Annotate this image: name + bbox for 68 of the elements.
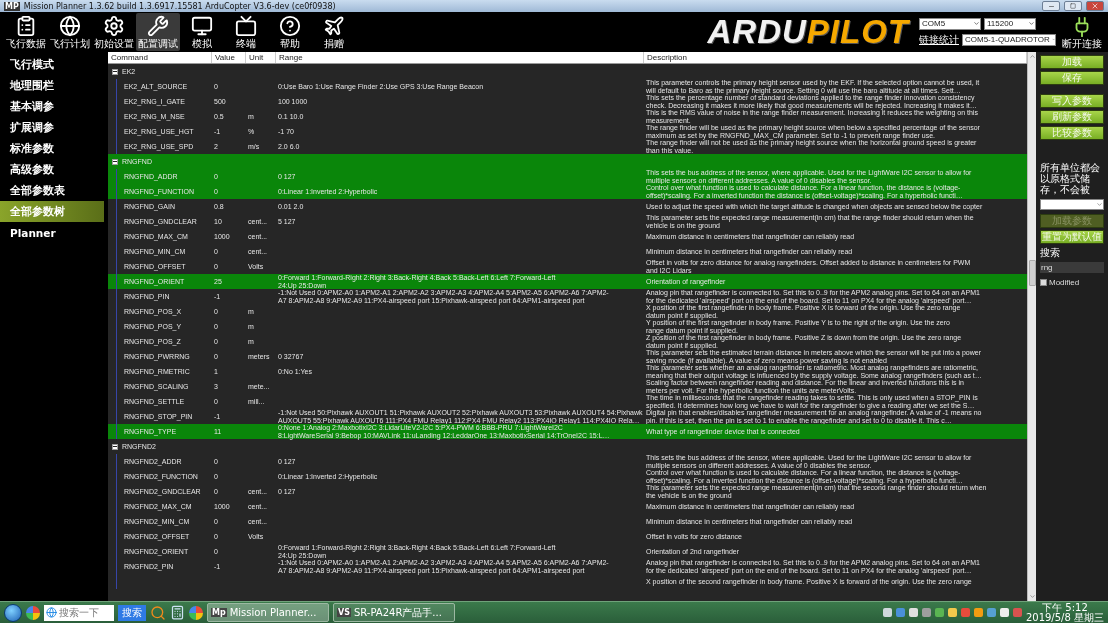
search-button[interactable]: 搜索 bbox=[118, 604, 146, 621]
column-header[interactable]: Range bbox=[276, 52, 644, 63]
column-header[interactable]: Command bbox=[108, 52, 212, 63]
sidebar-item[interactable]: 地理围栏 bbox=[0, 75, 104, 96]
clock[interactable]: 下午 5:12 2019/5/8 星期三 bbox=[1025, 602, 1104, 623]
app-icon: MP bbox=[4, 1, 20, 11]
calculator-icon[interactable] bbox=[170, 605, 185, 620]
sidebar-item[interactable]: 全部参数表 bbox=[0, 180, 104, 201]
caret-icon bbox=[973, 20, 980, 27]
minimize-button[interactable] bbox=[1042, 1, 1060, 11]
profile-dropdown[interactable]: COM5-1-QUADROTOR bbox=[962, 33, 1056, 46]
maximize-button[interactable] bbox=[1064, 1, 1082, 11]
close-button[interactable] bbox=[1086, 1, 1104, 11]
search-field[interactable]: 搜索一下 bbox=[44, 604, 114, 621]
browser-icon bbox=[46, 607, 57, 618]
sidebar-item[interactable]: Planner bbox=[0, 222, 104, 243]
column-header[interactable]: Value bbox=[212, 52, 246, 63]
caret-icon bbox=[1051, 36, 1055, 43]
toolbar-button[interactable]: 模拟 bbox=[180, 13, 224, 51]
app-icon[interactable] bbox=[189, 605, 203, 620]
caret-icon bbox=[1028, 20, 1035, 27]
toolbar-button[interactable]: 终端 bbox=[224, 13, 268, 51]
modified-checkbox[interactable] bbox=[1040, 279, 1047, 286]
maximize-icon bbox=[1070, 3, 1076, 9]
baud-dropdown[interactable]: 115200 bbox=[984, 17, 1036, 30]
collapse-toggle[interactable] bbox=[112, 68, 118, 75]
sidebar-item[interactable]: 扩展调参 bbox=[0, 117, 104, 138]
toolbar-button[interactable]: 初始设置 bbox=[92, 13, 136, 51]
search-icon[interactable] bbox=[150, 604, 166, 621]
search-field[interactable]: rng bbox=[1040, 262, 1104, 273]
sidebar-item[interactable]: 基本调参 bbox=[0, 96, 104, 117]
wrench-icon bbox=[147, 15, 169, 37]
plane-icon bbox=[323, 15, 345, 37]
gear-icon bbox=[103, 15, 125, 37]
window-title: Mission Planner 1.3.62 build 1.3.6917.15581 ArduCopter V3.6-dev (ce0f0938) bbox=[23, 1, 337, 11]
collapse-toggle[interactable] bbox=[112, 158, 118, 165]
stats-link[interactable]: 链接统计 bbox=[919, 32, 959, 47]
column-header[interactable]: Unit bbox=[246, 52, 276, 63]
sidebar-item[interactable]: 高级参数 bbox=[0, 159, 104, 180]
collapse-toggle[interactable] bbox=[112, 443, 118, 450]
help-icon bbox=[279, 15, 301, 37]
globe-icon bbox=[59, 15, 81, 37]
toolbar-button[interactable]: 飞行计划 bbox=[48, 13, 92, 51]
port-dropdown[interactable]: COM5 bbox=[919, 17, 981, 30]
taskbar-button[interactable]: VS SR-PA24R产品手... bbox=[333, 603, 455, 622]
clipboard-icon bbox=[15, 15, 37, 37]
toolbar-button[interactable]: 配置调试 bbox=[136, 13, 180, 51]
scroll-thumb[interactable] bbox=[1028, 260, 1036, 286]
app-icon[interactable] bbox=[26, 605, 40, 620]
toolbar-button[interactable]: 帮助 bbox=[268, 13, 312, 51]
search-label: 搜索 bbox=[1040, 246, 1061, 260]
sidebar-item[interactable]: 标准参数 bbox=[0, 138, 104, 159]
file-dropdown[interactable] bbox=[1040, 199, 1104, 210]
close-icon bbox=[1091, 2, 1099, 10]
toolbar-button[interactable]: 飞行数据 bbox=[4, 13, 48, 51]
sidebar-item[interactable]: 飞行模式 bbox=[0, 54, 104, 75]
monitor-icon bbox=[191, 15, 213, 37]
toolbar-button[interactable]: 捐赠 bbox=[312, 13, 356, 51]
tv-icon bbox=[235, 15, 257, 37]
checkbox-label: Modified bbox=[1049, 278, 1080, 287]
sidebar-item[interactable]: 全部参数树 bbox=[0, 201, 104, 222]
units-note: 所有单位都会以原格式储存，不会被 bbox=[1040, 162, 1101, 195]
connect-button[interactable]: 断开连接 bbox=[1060, 15, 1104, 49]
taskbar-button[interactable]: Mp Mission Planner... bbox=[207, 603, 329, 622]
scrollbar[interactable] bbox=[1027, 52, 1036, 601]
caret-icon bbox=[1096, 201, 1103, 208]
start-button[interactable] bbox=[4, 603, 22, 622]
logo: ARDUPILOT bbox=[707, 13, 909, 51]
